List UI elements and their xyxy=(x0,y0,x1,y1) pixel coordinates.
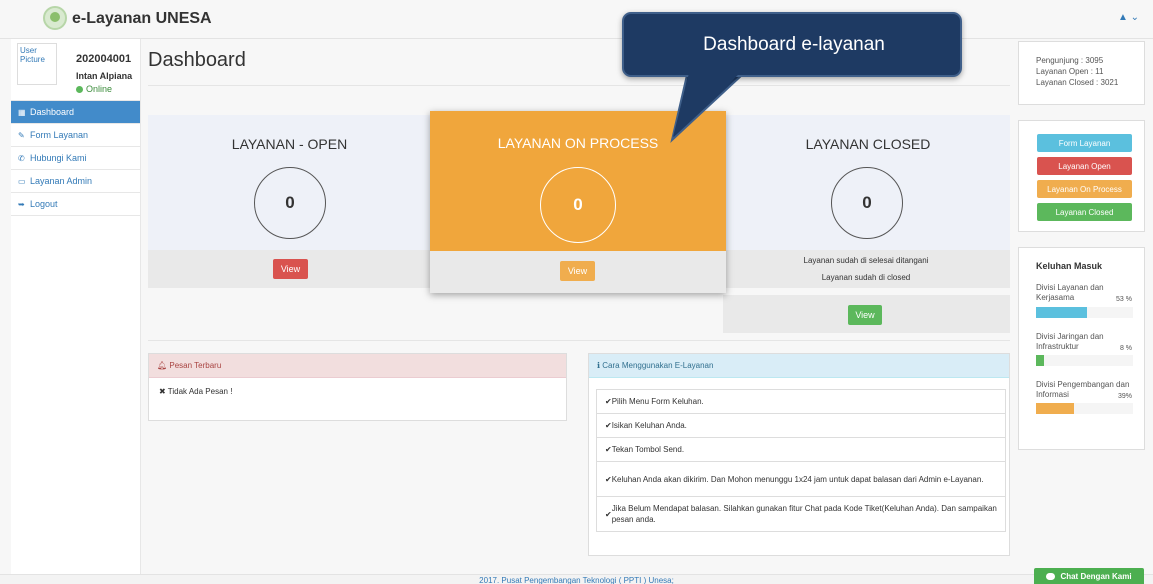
layanan-open-button[interactable]: Layanan Open xyxy=(1037,157,1132,175)
process-count-ring: 0 xyxy=(540,167,616,243)
closed-count-ring: 0 xyxy=(831,167,903,239)
page-title: Dashboard xyxy=(148,49,246,71)
callout-annotation: Dashboard e-layanan xyxy=(622,12,962,77)
app-title[interactable]: e-Layanan UNESA xyxy=(72,10,212,28)
keluhan-masuk-title: Keluhan Masuk xyxy=(1036,261,1103,271)
keluhan-progress-fill xyxy=(1036,403,1074,414)
table-icon: ▦ xyxy=(18,108,26,117)
form-layanan-button[interactable]: Form Layanan xyxy=(1037,134,1132,152)
closed-note-1: Layanan sudah di selesai ditangani xyxy=(803,256,929,265)
info-layanan-closed: Layanan Closed : 3021 xyxy=(1036,78,1119,87)
layanan-closed-button[interactable]: Layanan Closed xyxy=(1037,203,1132,221)
check-icon: ✔ xyxy=(605,474,612,484)
keluhan-percent: 53 % xyxy=(1116,296,1132,303)
sidebar-item-form-layanan[interactable]: ✎ Form Layanan xyxy=(11,124,140,147)
user-name: Intan Alpiana xyxy=(76,71,133,81)
sidebar-item-hubungi-kami[interactable]: ✆ Hubungi Kami xyxy=(11,147,140,170)
info-pengunjung: Pengunjung : 3095 xyxy=(1036,56,1104,65)
chat-dengan-kami-button[interactable]: Chat Dengan Kami xyxy=(1034,568,1144,584)
check-icon: ✔ xyxy=(605,509,612,519)
pesan-empty-message: ✖ Tidak Ada Pesan ! xyxy=(159,387,233,396)
user-panel: User Picture 202004001 Intan Alpiana Onl… xyxy=(11,39,140,101)
pesan-terbaru-header: 🔔︎ Pesan Terbaru xyxy=(149,354,566,378)
keluhan-progress-fill xyxy=(1036,307,1088,318)
user-status: Online xyxy=(76,84,112,94)
closed-card-title: LAYANAN CLOSED xyxy=(805,136,931,152)
phone-icon: ✆ xyxy=(18,154,25,163)
unesa-logo xyxy=(43,6,67,30)
user-picture: User Picture xyxy=(17,43,57,85)
open-card-title: LAYANAN - OPEN xyxy=(231,136,348,152)
keluhan-progress-track xyxy=(1036,355,1133,366)
section-divider xyxy=(148,340,1010,341)
check-icon: ✔ xyxy=(605,397,612,406)
closed-note-2: Layanan sudah di closed xyxy=(821,273,911,282)
keluhan-progress-fill xyxy=(1036,355,1044,366)
times-icon: ✖ xyxy=(159,387,168,396)
process-view-button[interactable]: View xyxy=(560,261,595,281)
title-divider xyxy=(148,85,1010,86)
check-icon: ✔ xyxy=(605,445,612,454)
step-item: ✔ Keluhan Anda akan dikirim. Dan Mohon me… xyxy=(596,461,1006,497)
pesan-terbaru-panel: 🔔︎ Pesan Terbaru ✖ Tidak Ada Pesan ! xyxy=(148,353,567,421)
process-card-title: LAYANAN ON PROCESS xyxy=(497,135,659,151)
keluhan-progress-track xyxy=(1036,403,1133,414)
keluhan-percent: 39% xyxy=(1117,393,1132,400)
keluhan-progress-track xyxy=(1036,307,1133,318)
logout-icon: ➥ xyxy=(18,200,25,209)
step-item: ✔ Isikan Keluhan Anda. xyxy=(596,413,1006,438)
step-item: ✔ Jika Belum Mendapat balasan. Silahkan g… xyxy=(596,496,1006,532)
info-layanan-open: Layanan Open : 11 xyxy=(1036,67,1104,76)
step-item: ✔ Pilih Menu Form Keluhan. xyxy=(596,389,1006,414)
laptop-icon: ▭ xyxy=(18,177,26,186)
cara-menggunakan-panel: ℹ Cara Menggunakan E-Layanan ✔ Pilih Menu… xyxy=(588,353,1010,556)
callout-text: Dashboard e-layanan xyxy=(703,34,885,55)
sidebar-item-logout[interactable]: ➥ Logout xyxy=(11,193,140,216)
step-item: ✔ Tekan Tombol Send. xyxy=(596,437,1006,462)
sidebar: User Picture 202004001 Intan Alpiana Onl… xyxy=(11,39,141,574)
check-icon: ✔ xyxy=(605,421,612,430)
user-menu-toggle[interactable]: ▲ ⌄ xyxy=(1118,12,1139,23)
footer-copyright[interactable]: 2017. Pusat Pengembangan Teknologi ( PPT… xyxy=(0,576,1153,584)
process-card: LAYANAN ON PROCESS 0 View xyxy=(430,111,726,293)
bell-icon: 🔔︎ xyxy=(157,361,170,370)
page-root: e-Layanan UNESA ▲ ⌄ User Picture 2020040… xyxy=(0,0,1153,584)
user-id: 202004001 xyxy=(76,53,132,65)
keluhan-percent: 8 % xyxy=(1119,345,1132,352)
pencil-icon: ✎ xyxy=(18,131,25,140)
sidebar-item-layanan-admin[interactable]: ▭ Layanan Admin xyxy=(11,170,140,193)
layanan-on-process-button[interactable]: Layanan On Process xyxy=(1037,180,1132,198)
online-dot-icon xyxy=(76,86,83,93)
sidebar-item-dashboard[interactable]: ▦ Dashboard xyxy=(11,101,140,124)
closed-view-button[interactable]: View xyxy=(848,305,882,325)
open-count-ring: 0 xyxy=(254,167,326,239)
chat-bubble-icon xyxy=(1046,572,1056,580)
cara-menggunakan-header: ℹ Cara Menggunakan E-Layanan xyxy=(589,354,1009,378)
open-view-button[interactable]: View xyxy=(273,259,308,279)
